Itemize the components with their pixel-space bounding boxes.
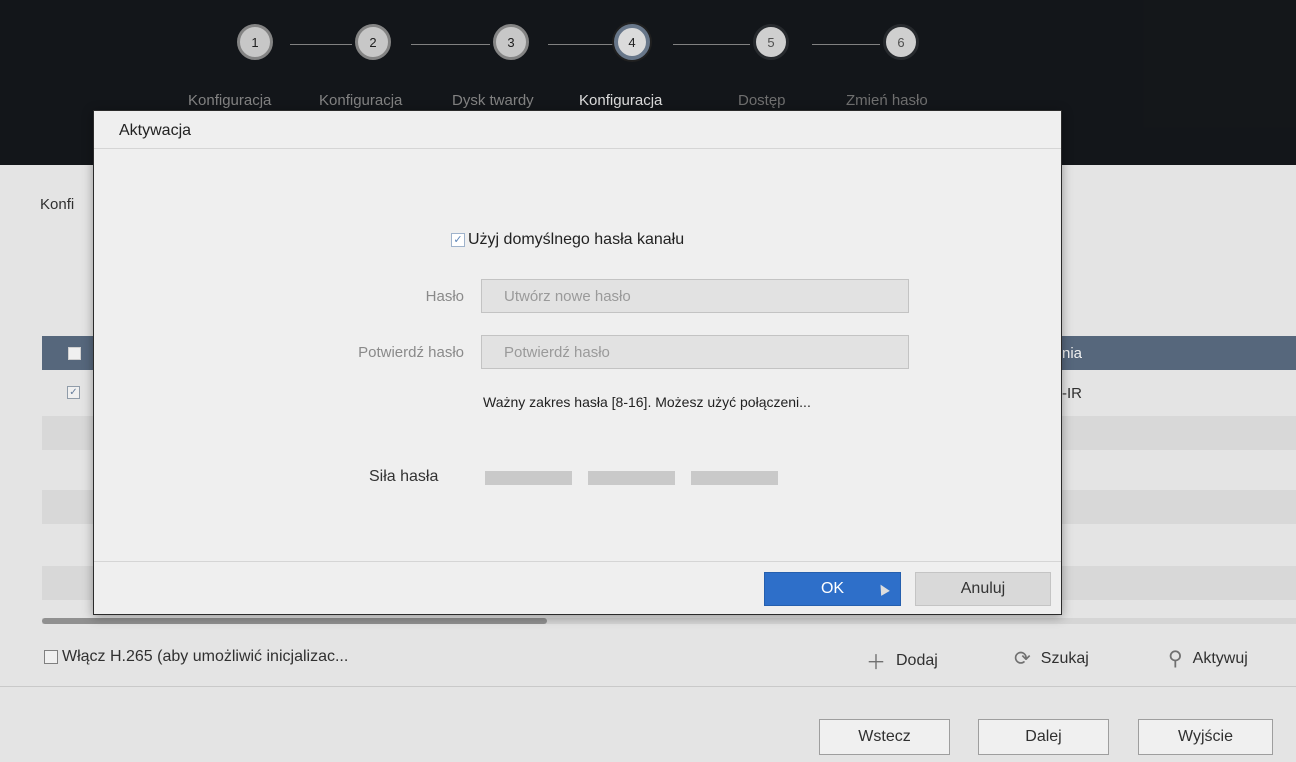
password-input[interactable] xyxy=(481,279,909,313)
confirm-password-input[interactable] xyxy=(481,335,909,369)
use-default-password-label: Użyj domyślnego hasła kanału xyxy=(468,231,685,248)
dialog-title: Aktywacja xyxy=(119,122,192,139)
password-hint: Ważny zakres hasła [8-16]. Możesz użyć p… xyxy=(483,394,811,410)
confirm-password-label: Potwierdź hasło xyxy=(358,344,464,361)
cancel-button[interactable]: Anuluj xyxy=(915,572,1051,606)
password-strength-label: Siła hasła xyxy=(369,468,439,485)
strength-bar-medium xyxy=(588,471,675,485)
dialog-title-bar: Aktywacja xyxy=(94,111,1061,149)
password-label: Hasło xyxy=(425,288,464,305)
strength-bar-weak xyxy=(485,471,572,485)
strength-bar-strong xyxy=(691,471,778,485)
use-default-password-checkbox[interactable]: ✓ Użyj domyślnego hasła kanału xyxy=(451,231,684,249)
checkbox-checked-icon[interactable]: ✓ xyxy=(451,233,465,247)
activation-dialog: Aktywacja ✓ Użyj domyślnego hasła kanału… xyxy=(93,110,1062,615)
